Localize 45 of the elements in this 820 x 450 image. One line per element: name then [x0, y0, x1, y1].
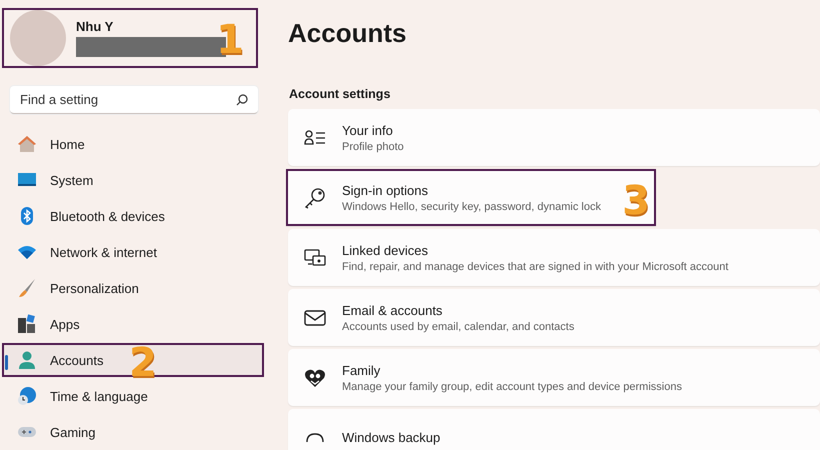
sidebar-item[interactable]: Apps — [4, 307, 262, 341]
key-icon — [304, 186, 326, 208]
settings-card[interactable]: Email & accounts Accounts used by email, calendar, and contacts — [288, 289, 820, 346]
callout-number: 1 — [216, 20, 244, 60]
card-description: Find, repair, and manage devices that are signed in with your Microsoft account — [342, 260, 728, 272]
card-title: Windows backup — [342, 430, 440, 445]
section-heading: Account settings — [289, 87, 392, 101]
home-icon — [17, 134, 37, 154]
user-name: Nhu Y — [76, 19, 114, 34]
linked-devices-icon — [304, 248, 326, 268]
card-description: Profile photo — [342, 140, 404, 152]
search-icon — [236, 94, 248, 106]
card-description: Accounts used by email, calendar, and contacts — [342, 320, 574, 332]
family-heart-icon — [304, 368, 326, 388]
settings-card[interactable]: Family Manage your family group, edit account types and device permissions — [288, 349, 820, 406]
card-description: Manage your family group, edit account types and device permissions — [342, 380, 682, 392]
envelope-icon — [304, 308, 326, 326]
selection-indicator — [5, 355, 8, 370]
settings-card[interactable]: Windows backup — [288, 409, 820, 450]
contact-list-icon — [304, 128, 326, 146]
card-description: Windows Hello, security key, password, dynamic lock — [342, 200, 601, 212]
card-title: Email & accounts — [342, 302, 444, 318]
globe-clock-icon — [17, 386, 37, 406]
callout-number: 3 — [622, 181, 650, 221]
sidebar-item[interactable]: System — [4, 163, 262, 197]
person-icon — [17, 350, 37, 370]
sidebar-item[interactable]: Bluetooth & devices — [4, 199, 262, 233]
search-field[interactable]: Find a setting — [10, 86, 258, 114]
apps-icon — [17, 314, 37, 334]
profile-card[interactable]: Nhu Y 1 — [2, 8, 258, 68]
settings-card[interactable]: Your info Profile photo — [288, 109, 820, 166]
settings-card[interactable]: Linked devices Find, repair, and manage devices that are signed in with your Microsoft account — [288, 229, 820, 286]
sidebar-item[interactable]: Home — [4, 127, 262, 161]
sidebar-item[interactable]: Gaming — [4, 415, 262, 449]
paintbrush-icon — [17, 278, 37, 298]
sidebar-item[interactable]: Accounts 2 — [2, 343, 264, 377]
settings-card[interactable]: Sign-in options Windows Hello, security key, password, dynamic lock 3 — [286, 169, 656, 226]
card-title: Sign-in options — [342, 182, 429, 198]
backup-icon — [304, 432, 326, 442]
sidebar-item[interactable]: Personalization — [4, 271, 262, 305]
card-title: Linked devices — [342, 242, 429, 258]
card-title: Your info — [342, 122, 394, 138]
sidebar-item[interactable]: Network & internet — [4, 235, 262, 269]
card-title: Family — [342, 362, 382, 378]
page-title: Accounts — [288, 18, 408, 49]
